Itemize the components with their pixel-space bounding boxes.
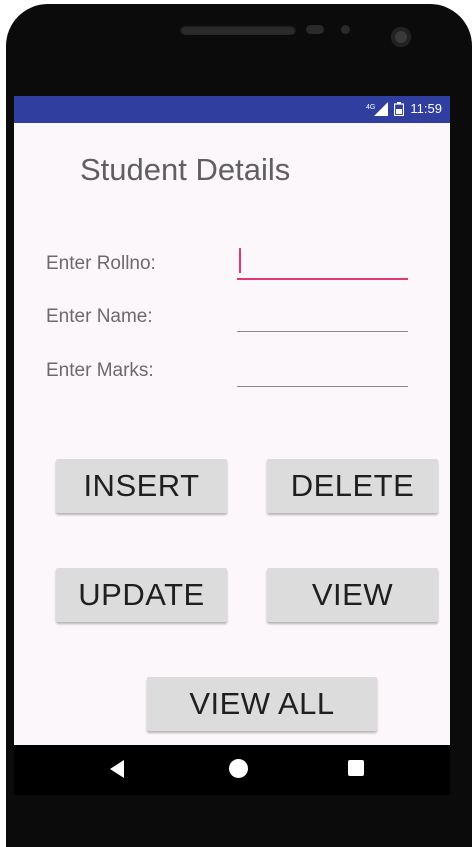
front-camera-icon (391, 27, 411, 47)
marks-input[interactable] (237, 352, 408, 387)
view-all-button[interactable]: VIEW ALL (147, 677, 377, 731)
status-icons: 4G 11:59 (366, 101, 442, 116)
svg-text:4G: 4G (366, 104, 375, 111)
delete-button[interactable]: DELETE (267, 459, 438, 513)
signal-icon: 4G (366, 101, 389, 116)
marks-label: Enter Marks: (46, 360, 154, 381)
status-time: 11:59 (410, 101, 442, 116)
text-cursor (239, 248, 241, 273)
rollno-input[interactable] (237, 244, 408, 280)
name-input[interactable] (237, 297, 408, 332)
home-icon[interactable] (229, 759, 248, 778)
proximity-sensor (306, 25, 324, 34)
battery-icon (394, 101, 405, 116)
view-button[interactable]: VIEW (267, 568, 438, 622)
back-icon[interactable] (110, 760, 124, 778)
update-button[interactable]: UPDATE (56, 568, 227, 622)
rollno-label: Enter Rollno: (46, 253, 156, 274)
status-bar: 4G 11:59 (14, 96, 450, 123)
navigation-bar (14, 745, 450, 795)
insert-button[interactable]: INSERT (56, 459, 227, 513)
name-label: Enter Name: (46, 306, 153, 327)
light-sensor (341, 25, 350, 34)
recent-apps-icon[interactable] (348, 760, 364, 776)
speaker-grille (180, 25, 296, 35)
app-screen: Student Details Enter Rollno: Enter Name… (14, 123, 450, 745)
page-title: Student Details (80, 152, 291, 187)
